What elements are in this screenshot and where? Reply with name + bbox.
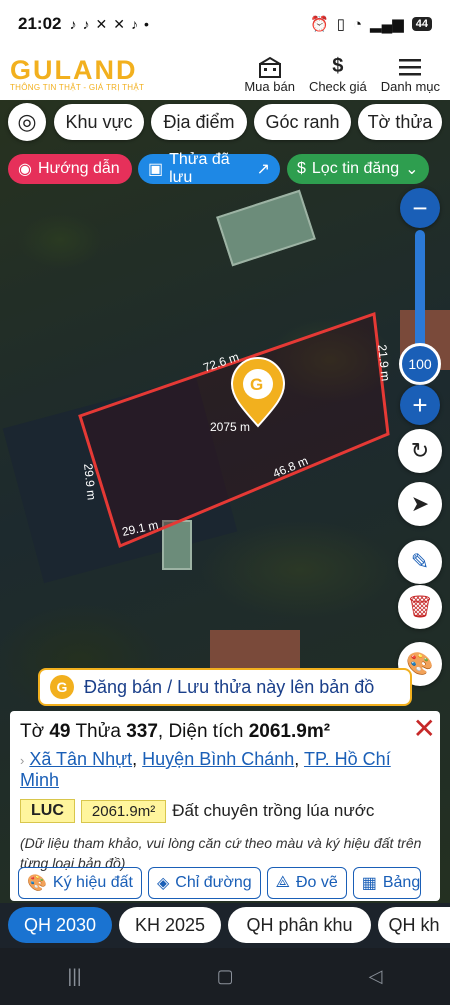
dot-icon: • (143, 16, 149, 32)
post-listing-banner[interactable]: G Đăng bán / Lưu thửa này lên bản đồ (38, 668, 412, 706)
navigation-arrow-icon: ➤ (410, 491, 430, 516)
land-code-tag: LUC (20, 799, 75, 823)
header-nav: Mua bán $ Check giá Danh mục (244, 55, 440, 94)
home-icon[interactable]: ▢ (217, 966, 234, 987)
notification-icons: ♪ ♪ ✕ ✕ ♪ • (69, 16, 148, 33)
parcel-number: 337 (126, 721, 158, 742)
system-nav-bar: ||| ▢ ◁ (0, 948, 450, 1005)
parcel-area: 2061.9m² (248, 721, 331, 742)
recent-apps-icon[interactable]: ||| (68, 966, 82, 987)
navigate-button[interactable]: ➤ (398, 482, 442, 526)
nav-label: Mua bán (244, 78, 295, 94)
saved-parcels-button[interactable]: ▣ Thửa đã lưu ↗ (138, 151, 280, 186)
nav-danh-muc[interactable]: Danh mục (381, 55, 440, 94)
edge-label-left: 29.9 m (81, 463, 99, 501)
dollar-icon: $ (297, 160, 306, 177)
ward-link[interactable]: Xã Tân Nhựt (29, 749, 132, 769)
system-icons: ⏰ ▯ ◔ ▂▄▆ 44 (310, 15, 432, 33)
clock: 21:02 (18, 14, 62, 33)
nav-label: Check giá (308, 78, 367, 94)
trash-icon: 🗑 (406, 594, 434, 619)
play-circle-icon: ◉ (18, 161, 32, 178)
refresh-icon: ↻ (410, 438, 430, 463)
building-icon (258, 55, 282, 79)
land-use-description: Đất chuyên trồng lúa nước (172, 801, 375, 820)
crosshair-icon: ◎ (17, 109, 37, 134)
table-icon: ▦ (361, 875, 377, 892)
banner-text: Đăng bán / Lưu thửa này lên bản đồ (84, 676, 375, 697)
filter-goc-ranh[interactable]: Góc ranh (254, 104, 351, 140)
tab-kh-2025[interactable]: KH 2025 (119, 907, 221, 943)
filter-to-thua[interactable]: Tờ thửa (358, 104, 442, 140)
compass-draw-icon: ✎ (410, 549, 430, 574)
chevron-right-icon: › (20, 753, 25, 768)
land-use-row: LUC 2061.9m² Đất chuyên trồng lúa nước (20, 799, 430, 823)
draw-tool-button[interactable]: ✎ (398, 540, 442, 584)
zoom-slider-thumb[interactable]: 100 (399, 343, 441, 385)
filter-dia-diem[interactable]: Địa điểm (151, 104, 247, 140)
measure-icon: ⟁ (275, 874, 290, 891)
refresh-button[interactable]: ↻ (398, 429, 442, 473)
zoom-in-button[interactable]: + (400, 385, 440, 425)
filter-khu-vuc[interactable]: Khu vực (54, 104, 144, 140)
plus-icon: + (412, 389, 428, 420)
table-button[interactable]: ▦ Bảng (352, 867, 421, 899)
tiktok-icon: ♪ (69, 16, 77, 32)
saved-label: Thửa đã lưu (169, 151, 230, 186)
tab-qh-2030[interactable]: QH 2030 (8, 907, 112, 943)
parcel-info-card: Tờ 49 Thửa 337, Diện tích 2061.9m² ✕ › X… (10, 711, 440, 901)
logo-tagline: THÔNG TIN THẬT - GIÁ TRỊ THẬT (10, 82, 145, 92)
bookmark-icon: ▣ (148, 161, 164, 178)
menu-icon (399, 55, 422, 79)
tab-qh-khac[interactable]: QH kh (378, 907, 450, 943)
parcel-title: Tờ 49 Thửa 337, Diện tích 2061.9m² (20, 721, 331, 742)
guide-button[interactable]: ◉ Hướng dẫn (8, 154, 132, 184)
nav-mua-ban[interactable]: Mua bán (244, 55, 295, 94)
x-icon: ✕ (113, 15, 125, 32)
parcel-actions: 🎨 Ký hiệu đất ◈ Chỉ đường ⟁ Đo vẽ ▦ Bảng (18, 867, 421, 899)
battery-icon: 44 (411, 17, 432, 31)
tab-qh-phan-khu[interactable]: QH phân khu (228, 907, 371, 943)
directions-button[interactable]: ◈ Chỉ đường (147, 867, 261, 899)
external-link-icon: ↗ (256, 161, 270, 178)
x-icon: ✕ (95, 15, 108, 32)
app-header: GULAND THÔNG TIN THẬT - GIÁ TRỊ THẬT Mua… (0, 48, 450, 100)
nav-check-gia[interactable]: $ Check giá (309, 55, 367, 94)
tiktok-icon: ♪ (82, 16, 90, 32)
directions-icon: ◈ (156, 875, 170, 892)
wifi-icon: ◔ (352, 15, 363, 33)
parcel-address: › Xã Tân Nhựt, Huyện Bình Chánh, TP. Hồ … (20, 749, 391, 790)
zoom-slider-track[interactable] (415, 230, 425, 360)
signal-icon: ▂▄▆ (370, 16, 404, 33)
district-link[interactable]: Huyện Bình Chánh (142, 749, 294, 769)
palette-icon: 🎨 (27, 875, 47, 892)
status-bar: 21:02 ♪ ♪ ✕ ✕ ♪ • ⏰ ▯ ◔ ▂▄▆ 44 (0, 0, 450, 48)
sheet-number: 49 (49, 721, 71, 742)
logo-text: GULAND (10, 54, 138, 85)
listing-label: Lọc tin đăng (311, 160, 400, 177)
alarm-icon: ⏰ (310, 16, 329, 33)
guide-label: Hướng dẫn (37, 160, 120, 177)
guland-logo[interactable]: GULAND THÔNG TIN THẬT - GIÁ TRỊ THẬT (10, 54, 145, 92)
dollar-icon: $ (332, 55, 344, 77)
land-legend-button[interactable]: 🎨 Ký hiệu đất (18, 867, 142, 899)
area-label: 2075 m (210, 420, 250, 434)
back-icon[interactable]: ◁ (369, 966, 383, 987)
tiktok-icon: ♪ (130, 16, 138, 32)
delete-button[interactable]: 🗑 (398, 585, 442, 629)
measure-button[interactable]: ⟁ Đo vẽ (266, 867, 347, 899)
locate-me-button[interactable]: ◎ (8, 103, 46, 141)
zoom-out-button[interactable]: − (400, 188, 440, 228)
svg-text:G: G (250, 375, 263, 394)
minus-icon: − (412, 192, 428, 223)
listing-filter-dropdown[interactable]: $ Lọc tin đăng ⌄ (287, 154, 429, 184)
close-icon[interactable]: ✕ (413, 715, 436, 743)
vibrate-icon: ▯ (336, 16, 345, 33)
guland-pin-icon: G (50, 675, 74, 699)
chevron-down-icon: ⌄ (405, 161, 419, 178)
land-area-tag: 2061.9m² (80, 799, 167, 823)
nav-label: Danh mục (380, 78, 440, 94)
